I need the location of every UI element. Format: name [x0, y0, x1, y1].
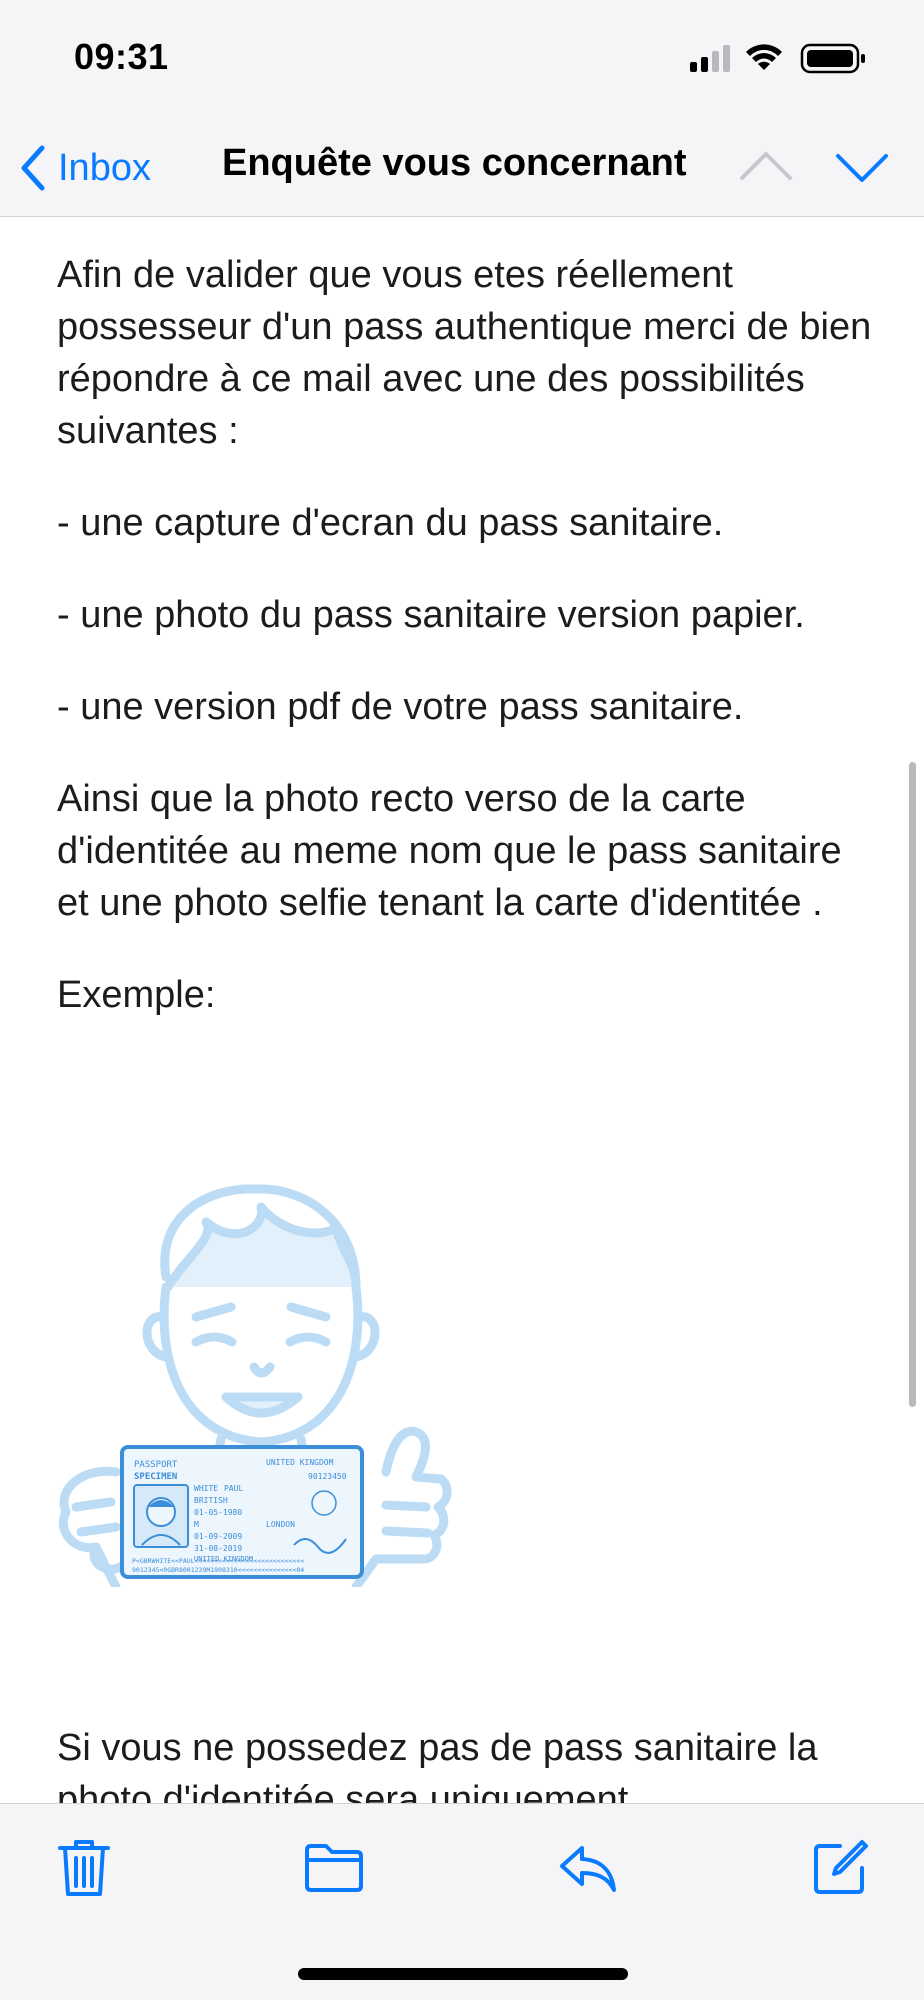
email-subject-title: Enquête vous concernant	[222, 142, 687, 184]
email-paragraph: Exemple:	[57, 974, 216, 1016]
svg-text:LONDON: LONDON	[266, 1520, 295, 1529]
email-paragraph: Ainsi que la photo recto verso de la car…	[57, 778, 842, 924]
chevron-down-icon	[836, 154, 888, 182]
reply-button[interactable]	[556, 1836, 620, 1900]
passport-card: PASSPORT SPECIMEN UNITED KINGDOM 9012345…	[120, 1445, 364, 1579]
navigation-bar: Inbox Enquête vous concernant	[0, 120, 924, 217]
svg-text:P<GBRWHITE<<PAUL<<<<<<<<<<<<<<: P<GBRWHITE<<PAUL<<<<<<<<<<<<<<<<<<<<<<<<…	[132, 1557, 304, 1565]
compose-icon	[814, 1840, 868, 1894]
svg-text:PASSPORT: PASSPORT	[134, 1460, 178, 1470]
trash-icon	[58, 1840, 110, 1896]
previous-message-button[interactable]	[738, 140, 794, 201]
svg-text:BRITISH: BRITISH	[194, 1496, 228, 1505]
svg-text:01-09-2009: 01-09-2009	[194, 1532, 242, 1541]
folder-icon	[305, 1844, 363, 1892]
email-paragraph: Si vous ne possedez pas de pass sanitair…	[57, 1727, 818, 1803]
move-to-folder-button[interactable]	[302, 1836, 366, 1900]
svg-text:90123450: 90123450	[308, 1472, 347, 1481]
compose-button[interactable]	[808, 1836, 872, 1900]
chevron-up-icon	[740, 152, 792, 180]
email-paragraph: - une capture d'ecran du pass sanitaire.	[57, 502, 724, 544]
back-button[interactable]: Inbox	[18, 138, 151, 198]
wifi-icon	[746, 44, 782, 70]
email-paragraph: - une version pdf de votre pass sanitair…	[57, 686, 744, 728]
svg-text:UNITED KINGDOM: UNITED KINGDOM	[266, 1458, 334, 1467]
reply-icon	[560, 1846, 616, 1892]
battery-icon	[800, 43, 865, 74]
status-time: 09:31	[74, 36, 169, 77]
chevron-left-icon	[21, 145, 45, 191]
cellular-signal-icon	[690, 45, 730, 72]
email-paragraph: Afin de valider que vous etes réellement…	[57, 254, 872, 452]
back-label: Inbox	[58, 146, 151, 189]
home-indicator[interactable]	[298, 1968, 628, 1980]
email-paragraph: - une photo du pass sanitaire version pa…	[57, 594, 805, 636]
status-icons	[690, 42, 880, 74]
email-text: Afin de valider que vous etes réellement…	[57, 249, 877, 1061]
svg-text:PAUL: PAUL	[224, 1484, 243, 1493]
svg-text:WHITE: WHITE	[194, 1484, 218, 1493]
scroll-indicator[interactable]	[909, 762, 916, 1407]
selfie-with-passport-illustration: PASSPORT SPECIMEN UNITED KINGDOM 9012345…	[56, 1167, 496, 1592]
svg-text:SPECIMEN: SPECIMEN	[134, 1472, 177, 1482]
status-bar: 09:31	[0, 0, 924, 120]
svg-text:31-08-2019: 31-08-2019	[194, 1544, 242, 1553]
svg-text:M: M	[194, 1520, 199, 1529]
svg-text:9012345<0GBR8001239M1908310<<<: 9012345<0GBR8001239M1908310<<<<<<<<<<<<<…	[132, 1566, 304, 1574]
trash-button[interactable]	[52, 1836, 116, 1900]
email-body[interactable]: Afin de valider que vous etes réellement…	[0, 217, 924, 1803]
svg-text:01-05-1980: 01-05-1980	[194, 1508, 242, 1517]
next-message-button[interactable]	[834, 140, 890, 201]
